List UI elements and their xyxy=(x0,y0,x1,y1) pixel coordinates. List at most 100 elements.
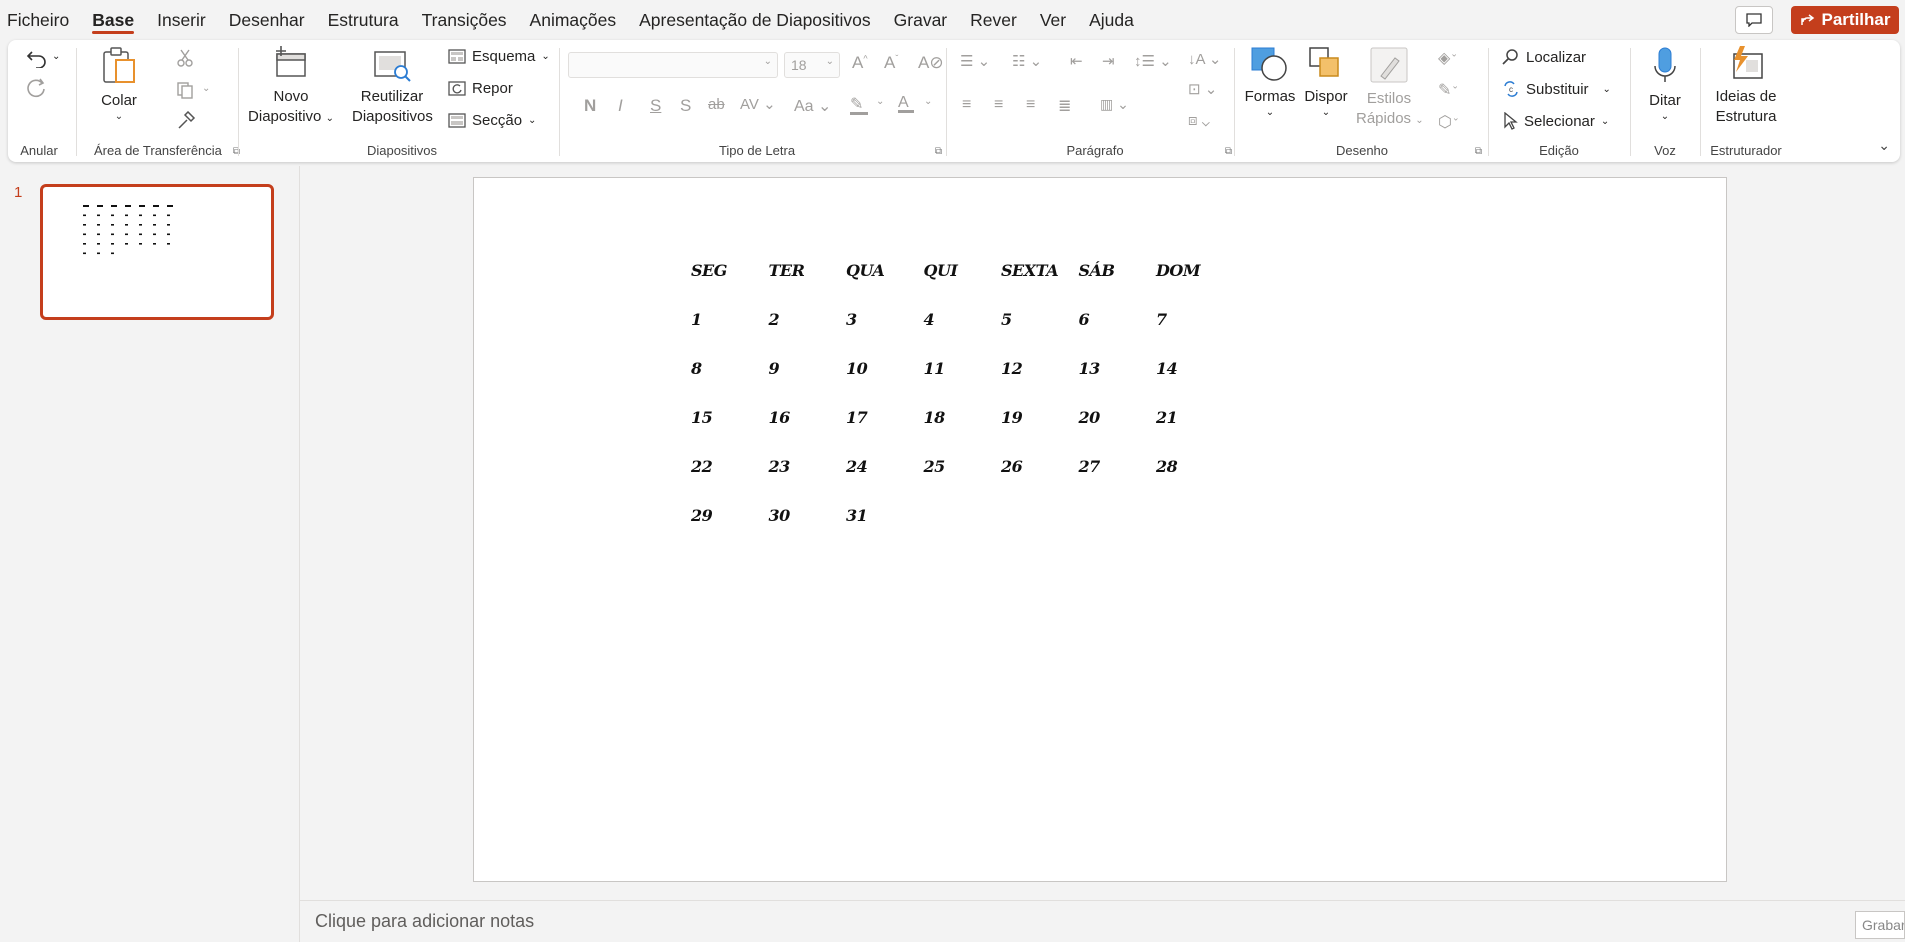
ribbon: ⌄ Anular Colar ⌄ ⌄ Área de Transferência… xyxy=(8,40,1900,162)
calendar-header: QUI xyxy=(923,261,958,280)
align-text-icon[interactable]: ⊡ ⌄ xyxy=(1188,80,1217,98)
thumbnail-mark xyxy=(125,233,128,236)
undo-dropdown-icon[interactable]: ⌄ xyxy=(52,51,60,62)
replace-button[interactable]: c Substituir ⌄ xyxy=(1502,80,1611,98)
font-name-select[interactable]: ⌄ xyxy=(568,52,778,78)
record-button[interactable]: Grabar xyxy=(1855,911,1905,939)
highlight-dropdown-icon[interactable]: ⌄ xyxy=(876,96,884,107)
notes-pane[interactable]: Clique para adicionar notas Grabar xyxy=(300,900,1905,942)
menu-tab[interactable]: Desenhar xyxy=(229,0,305,40)
thumbnail-preview xyxy=(83,205,173,255)
decrease-indent-icon[interactable]: ⇤ xyxy=(1070,52,1083,70)
shape-effects-icon[interactable]: ⬡⌄ xyxy=(1438,112,1460,132)
find-button[interactable]: Localizar xyxy=(1502,48,1586,66)
numbering-icon[interactable]: ☷ ⌄ xyxy=(1012,52,1042,70)
smartart-icon[interactable]: ⧈ ⌄ xyxy=(1188,112,1210,129)
underline-icon[interactable]: S xyxy=(650,96,661,116)
strikethrough-icon[interactable]: ab xyxy=(708,96,725,113)
calendar-day: 24 xyxy=(846,457,868,476)
paste-button[interactable]: Colar ⌄ xyxy=(94,46,144,122)
redo-icon[interactable] xyxy=(26,78,48,100)
design-ideas-button[interactable]: Ideias de Estrutura xyxy=(1708,46,1784,127)
columns-icon[interactable]: ▥ ⌄ xyxy=(1100,96,1129,113)
separator xyxy=(76,48,77,156)
thumbnail-mark xyxy=(111,205,117,207)
new-slide-button[interactable]: Novo Diapositivo ⌄ xyxy=(248,46,334,129)
comments-button[interactable] xyxy=(1735,6,1773,34)
new-slide-label-1: Novo xyxy=(273,88,309,105)
menu-tab[interactable]: Ver xyxy=(1040,0,1066,40)
menu-tab[interactable]: Transições xyxy=(422,0,507,40)
slide-canvas[interactable]: SEG TER QUA QUI SEXTA SÁB DOM 1 2 3 4 5 6 7 8 9 10 11 12 13… xyxy=(473,177,1727,882)
align-left-icon[interactable]: ≡ xyxy=(962,96,971,114)
highlight-icon[interactable]: ✎ xyxy=(850,94,868,115)
slides-group: Novo Diapositivo ⌄ Reutilizar Diapositiv… xyxy=(242,40,562,162)
drawing-launcher-icon[interactable]: ⧉ xyxy=(1475,146,1482,157)
italic-icon[interactable]: I xyxy=(618,96,623,116)
shape-outline-icon[interactable]: ✎⌄ xyxy=(1438,80,1459,100)
calendar-header: DOM xyxy=(1156,261,1201,280)
shadow-icon[interactable]: S xyxy=(680,96,691,116)
change-case-icon[interactable]: Aa ⌄ xyxy=(794,96,831,116)
text-direction-icon[interactable]: ↓A ⌄ xyxy=(1188,50,1221,68)
copy-dropdown-icon[interactable]: ⌄ xyxy=(202,83,210,94)
arrange-label: Dispor xyxy=(1304,88,1348,105)
share-icon xyxy=(1800,14,1814,25)
menu-tab[interactable]: Animações xyxy=(530,0,617,40)
slide-thumbnail[interactable] xyxy=(40,184,274,320)
shapes-button[interactable]: Formas ⌄ xyxy=(1244,46,1296,118)
menu-tab[interactable]: Ajuda xyxy=(1089,0,1134,40)
shrink-font-icon[interactable]: Aˇ xyxy=(884,53,898,73)
menu-tab[interactable]: Inserir xyxy=(157,0,206,40)
undo-icon[interactable] xyxy=(26,48,48,68)
reuse-slides-label-2: Diapositivos xyxy=(352,108,433,125)
thumbnail-mark xyxy=(153,243,156,245)
dictate-button[interactable]: Ditar ⌄ xyxy=(1640,46,1690,122)
cut-icon[interactable] xyxy=(176,49,194,67)
notes-placeholder[interactable]: Clique para adicionar notas xyxy=(315,911,534,932)
font-launcher-icon[interactable]: ⧉ xyxy=(935,146,942,157)
bullets-icon[interactable]: ☰ ⌄ xyxy=(960,52,990,70)
align-right-icon[interactable]: ≡ xyxy=(1026,96,1035,114)
shape-fill-icon[interactable]: ◈⌄ xyxy=(1438,48,1458,68)
reset-label: Repor xyxy=(472,80,513,97)
font-size-select[interactable]: 18 ⌄ xyxy=(784,52,840,78)
menu-tab[interactable]: Rever xyxy=(970,0,1017,40)
format-painter-icon[interactable] xyxy=(176,111,196,131)
designer-group-label: Estruturador xyxy=(1710,143,1782,158)
layout-button[interactable]: Esquema ⌄ xyxy=(448,48,550,65)
select-button[interactable]: Selecionar ⌄ xyxy=(1502,112,1609,130)
new-slide-dropdown-icon: ⌄ xyxy=(325,113,334,124)
grow-font-icon[interactable]: A^ xyxy=(852,53,868,73)
copy-icon[interactable] xyxy=(176,81,194,99)
collapse-ribbon-icon[interactable]: ⌄ xyxy=(1878,137,1890,154)
font-group: ⌄ 18 ⌄ A^ Aˇ A⊘ N I S S ab AV ⌄ Aa ⌄ ✎ ⌄… xyxy=(564,40,950,162)
reset-button[interactable]: Repor xyxy=(448,80,513,97)
menu-tab[interactable]: Apresentação de Diapositivos xyxy=(639,0,871,40)
clear-formatting-icon[interactable]: A⊘ xyxy=(918,53,944,73)
menu-tab[interactable]: Base xyxy=(92,0,134,40)
menu-tab[interactable]: Ficheiro xyxy=(7,0,69,40)
reuse-slides-icon xyxy=(374,51,411,82)
quick-styles-button[interactable]: Estilos Rápidos ⌄ xyxy=(1356,46,1424,131)
justify-icon[interactable]: ≣ xyxy=(1058,96,1071,116)
font-color-icon[interactable]: A xyxy=(898,94,914,113)
font-color-dropdown-icon[interactable]: ⌄ xyxy=(924,96,932,107)
menu-tab[interactable]: Estrutura xyxy=(328,0,399,40)
line-spacing-icon[interactable]: ↕☰ ⌄ xyxy=(1134,52,1172,70)
menu-tab[interactable]: Gravar xyxy=(894,0,947,40)
paragraph-launcher-icon[interactable]: ⧉ xyxy=(1225,146,1232,157)
share-label: Partilhar xyxy=(1821,10,1891,29)
section-button[interactable]: Secção ⌄ xyxy=(448,112,536,129)
character-spacing-icon[interactable]: AV ⌄ xyxy=(740,95,776,113)
arrange-button[interactable]: Dispor ⌄ xyxy=(1300,46,1352,118)
paste-icon xyxy=(103,47,135,83)
reuse-slides-button[interactable]: Reutilizar Diapositivos xyxy=(352,46,433,127)
calendar-header: SEG xyxy=(691,261,727,280)
font-size-value: 18 xyxy=(791,57,807,73)
thumbnail-mark xyxy=(125,224,128,226)
align-center-icon[interactable]: ≡ xyxy=(994,96,1003,114)
bold-icon[interactable]: N xyxy=(584,96,596,116)
share-button[interactable]: Partilhar xyxy=(1791,6,1899,34)
increase-indent-icon[interactable]: ⇥ xyxy=(1102,52,1115,70)
